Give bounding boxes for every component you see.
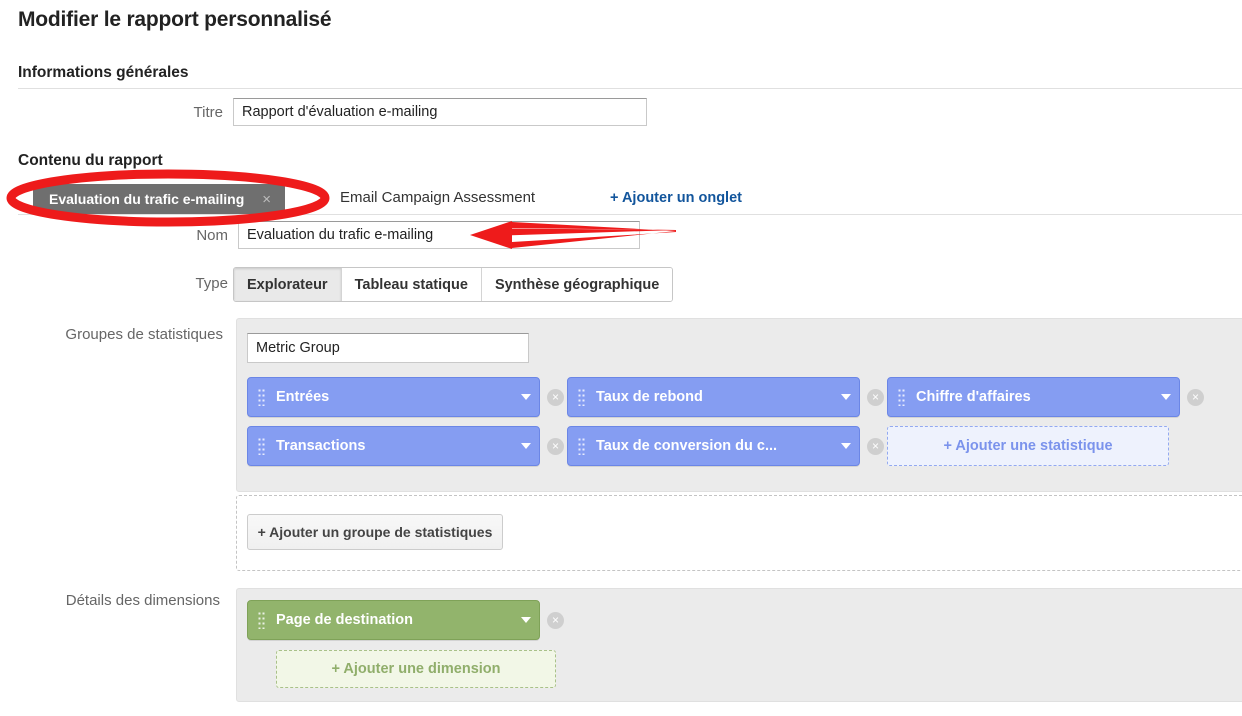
type-option-tableau-statique[interactable]: Tableau statique (341, 268, 482, 301)
drag-handle-icon[interactable] (578, 388, 585, 406)
chevron-down-icon[interactable] (521, 394, 531, 400)
drag-handle-icon[interactable] (258, 437, 265, 455)
remove-metric-icon[interactable]: × (547, 438, 564, 455)
metric-pill-transactions[interactable]: Transactions (247, 426, 540, 466)
chevron-down-icon[interactable] (521, 617, 531, 623)
page-title: Modifier le rapport personnalisé (18, 8, 332, 31)
chevron-down-icon[interactable] (841, 443, 851, 449)
nom-label: Nom (196, 227, 228, 244)
metric-pill-label: Taux de conversion du c... (596, 438, 778, 454)
metric-pill-label: Entrées (276, 389, 330, 405)
remove-metric-icon[interactable]: × (1187, 389, 1204, 406)
section-heading-general: Informations générales (18, 64, 189, 81)
tab-label: Evaluation du trafic e-mailing (49, 191, 245, 207)
tab-evaluation-du-trafic-e-mailing[interactable]: Evaluation du trafic e-mailing × (33, 184, 286, 214)
metric-groups-label: Groupes de statistiques (65, 326, 223, 343)
drag-handle-icon[interactable] (898, 388, 905, 406)
metric-pill-label: Taux de rebond (596, 389, 703, 405)
type-segmented-control[interactable]: Explorateur Tableau statique Synthèse gé… (233, 267, 674, 302)
metric-pill-label: Chiffre d'affaires (916, 389, 1031, 405)
remove-dimension-icon[interactable]: × (547, 612, 564, 629)
drag-handle-icon[interactable] (258, 388, 265, 406)
dimension-pill-page-de-destination[interactable]: Page de destination (247, 600, 540, 640)
titre-input[interactable] (233, 98, 647, 126)
drag-handle-icon[interactable] (578, 437, 585, 455)
chevron-down-icon[interactable] (521, 443, 531, 449)
add-metric-group-button[interactable]: + Ajouter un groupe de statistiques (247, 514, 503, 550)
metric-pill-chiffre-d-affaires[interactable]: Chiffre d'affaires (887, 377, 1180, 417)
metric-group-name-input[interactable] (247, 333, 529, 363)
titre-label: Titre (193, 104, 223, 121)
metric-pill-taux-de-rebond[interactable]: Taux de rebond (567, 377, 860, 417)
drag-handle-icon[interactable] (258, 611, 265, 629)
remove-metric-icon[interactable]: × (867, 438, 884, 455)
tab-email-campaign-assessment[interactable]: Email Campaign Assessment (340, 189, 535, 206)
metric-pill-label: Transactions (276, 438, 366, 454)
chevron-down-icon[interactable] (841, 394, 851, 400)
type-option-explorateur[interactable]: Explorateur (234, 268, 342, 301)
add-tab-button[interactable]: + Ajouter un onglet (610, 190, 742, 206)
type-label: Type (195, 275, 228, 292)
type-option-synthese-geographique[interactable]: Synthèse géographique (481, 268, 673, 301)
metric-pill-entrees[interactable]: Entrées (247, 377, 540, 417)
add-metric-button[interactable]: + Ajouter une statistique (887, 426, 1169, 466)
add-dimension-button[interactable]: + Ajouter une dimension (276, 650, 556, 688)
close-icon[interactable]: × (262, 192, 271, 207)
metric-pill-taux-de-conversion[interactable]: Taux de conversion du c... (567, 426, 860, 466)
chevron-down-icon[interactable] (1161, 394, 1171, 400)
divider-content (18, 214, 1242, 215)
remove-metric-icon[interactable]: × (867, 389, 884, 406)
dimension-pill-label: Page de destination (276, 612, 413, 628)
remove-metric-icon[interactable]: × (547, 389, 564, 406)
nom-input[interactable] (238, 221, 640, 249)
divider-general (18, 88, 1242, 89)
section-heading-content: Contenu du rapport (18, 152, 163, 169)
dimensions-label: Détails des dimensions (65, 592, 220, 609)
